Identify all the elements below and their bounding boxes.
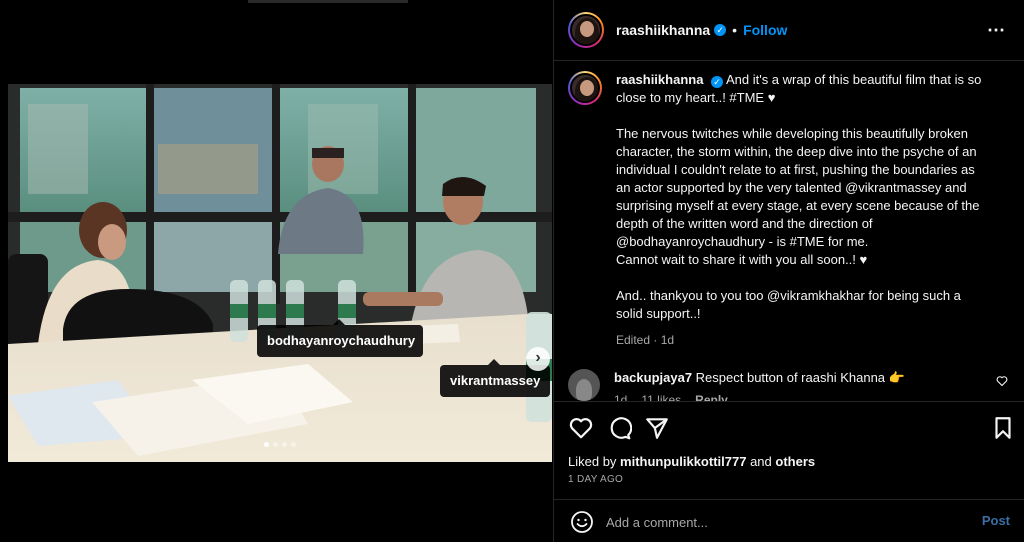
verified-badge-icon: ✓ (714, 24, 727, 36)
author-avatar[interactable] (568, 12, 604, 48)
caption-username[interactable]: raashiikhanna (616, 72, 703, 87)
comment-reply-button[interactable]: Reply (695, 393, 728, 401)
liked-by-user[interactable]: mithunpulikkottil777 (620, 454, 746, 469)
post-side-panel: raashiikhanna ✓ • Follow ⋯ raashiikhanna… (553, 0, 1024, 542)
top-bar-fragment (248, 0, 408, 3)
caption-paragraph: And.. thankyou to you too @vikramkhakhar… (616, 288, 961, 321)
carousel-dot (273, 442, 278, 447)
post-date: 1 DAY AGO (568, 474, 624, 485)
caption-paragraph: Cannot wait to share it with you all soo… (616, 252, 868, 267)
header-separator: • (732, 22, 738, 38)
share-send-icon[interactable] (644, 415, 670, 441)
post-caption: raashiikhanna ✓ And it's a wrap of this … (568, 71, 1010, 349)
post-header: raashiikhanna ✓ • Follow ⋯ (554, 0, 1024, 61)
commenter-username[interactable]: backupjaya7 (614, 370, 692, 385)
carousel-dots (264, 442, 296, 447)
carousel-dot (291, 442, 296, 447)
comment-time: 1d (614, 393, 628, 401)
likes-summary: Liked by mithunpulikkottil777 and others (568, 454, 815, 469)
caption-author-avatar[interactable] (568, 71, 602, 105)
author-username[interactable]: raashiikhanna (616, 22, 710, 38)
save-bookmark-icon[interactable] (990, 415, 1016, 441)
carousel-dot (282, 442, 287, 447)
post-photo[interactable]: bodhayanroychaudhury vikrantmassey › (8, 84, 552, 462)
comment-likes[interactable]: 11 likes (641, 393, 681, 401)
comment-text: Respect button of raashi Khanna 👉 (695, 370, 905, 385)
commenter-avatar[interactable] (568, 369, 600, 401)
comment-item: backupjaya7 Respect button of raashi Kha… (568, 369, 1010, 401)
like-heart-icon[interactable] (568, 415, 594, 441)
post-comment-button[interactable]: Post (982, 513, 1010, 528)
user-tag-bodhayanroychaudhury[interactable]: bodhayanroychaudhury (257, 325, 423, 357)
verified-badge-icon: ✓ (711, 76, 724, 88)
comments-section[interactable]: raashiikhanna ✓ And it's a wrap of this … (554, 61, 1024, 401)
likes-prefix: Liked by (568, 454, 617, 469)
add-comment-bar: Post (554, 499, 1024, 542)
comment-bubble-icon[interactable] (606, 415, 632, 441)
liked-by-others[interactable]: others (775, 454, 815, 469)
action-bar (554, 401, 1024, 451)
caption-paragraph: raashiikhanna ✓ And it's a wrap of this … (616, 71, 990, 107)
emoji-icon[interactable] (570, 510, 594, 534)
media-area: bodhayanroychaudhury vikrantmassey › (0, 0, 553, 542)
comment-like-heart-icon[interactable] (996, 375, 1008, 387)
comment-body: backupjaya7 Respect button of raashi Kha… (614, 369, 905, 387)
likes-and: and (750, 454, 772, 469)
caption-meta: Edited · 1d (616, 333, 675, 347)
photo-illustration (8, 84, 552, 462)
carousel-next-button[interactable]: › (526, 347, 550, 371)
caption-paragraph: The nervous twitches while developing th… (616, 126, 980, 249)
add-comment-input[interactable] (606, 510, 936, 534)
more-options-icon[interactable]: ⋯ (987, 20, 1006, 41)
carousel-dot-active (264, 442, 269, 447)
follow-button[interactable]: Follow (743, 22, 787, 38)
comment-meta: 1d 11 likes Reply (614, 393, 905, 401)
